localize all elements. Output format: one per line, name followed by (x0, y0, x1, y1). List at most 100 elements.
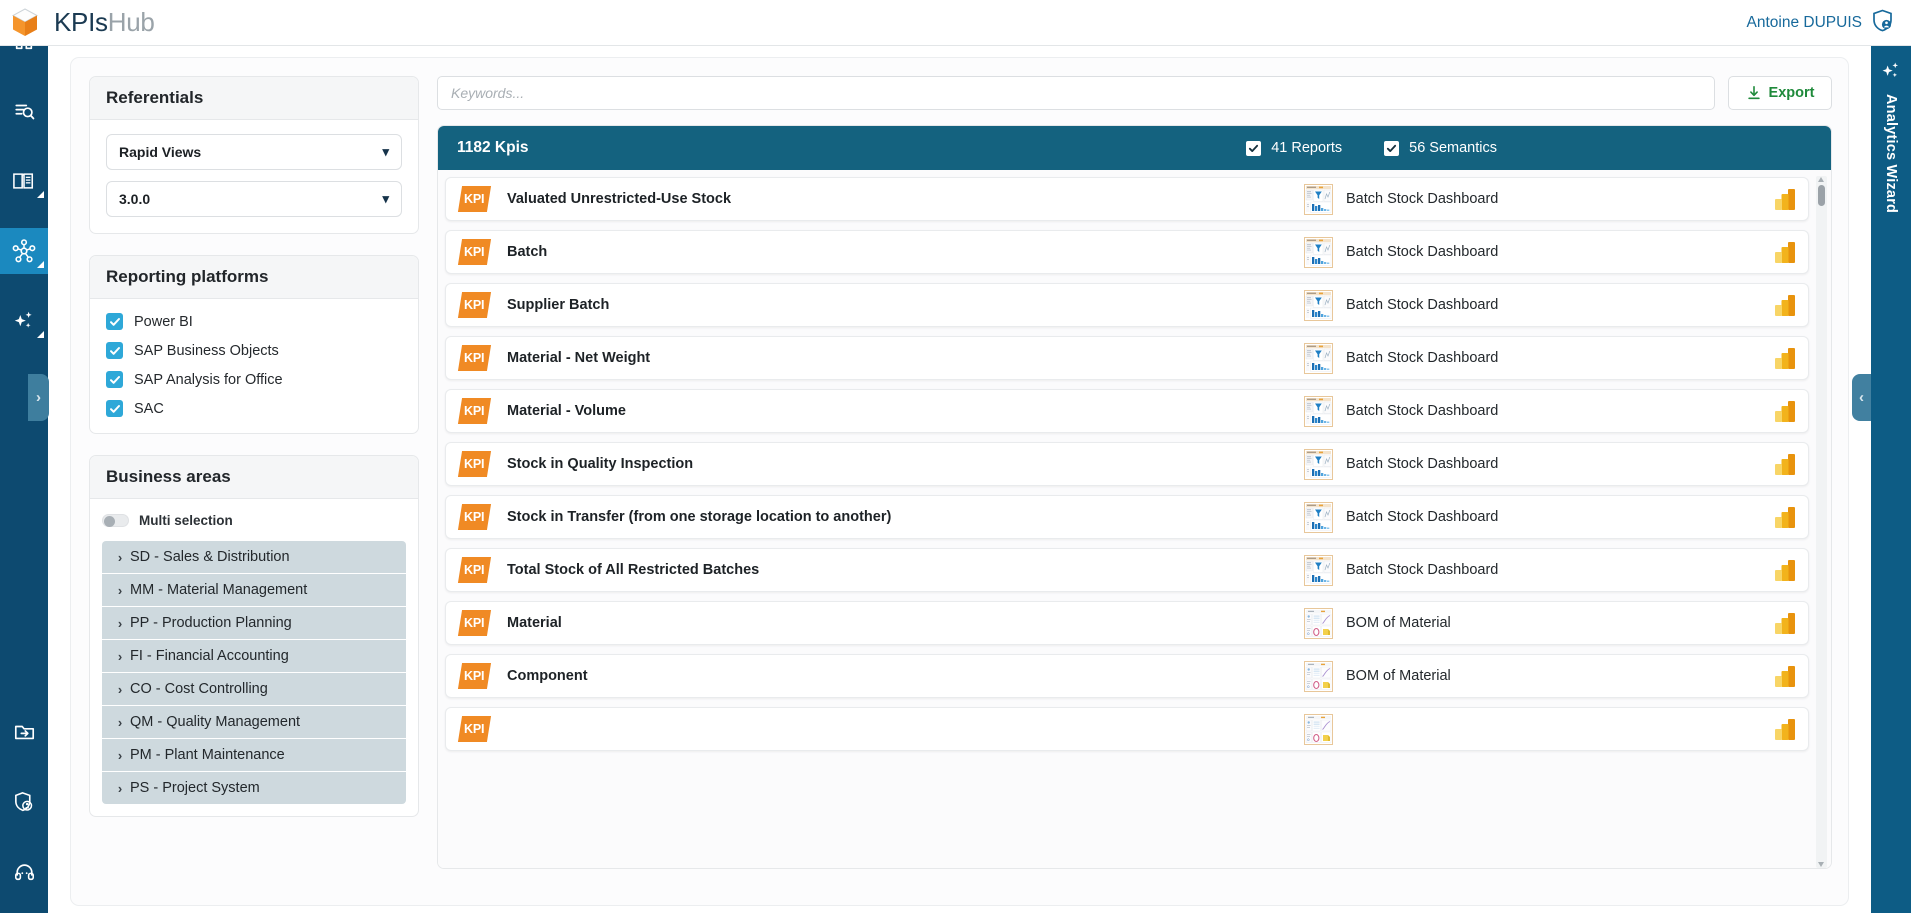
kpi-row[interactable]: KPI Material 0 BOM of Material (445, 601, 1809, 645)
business-area-item[interactable]: › MM - Material Management (102, 574, 406, 607)
sidebar-item-analytics-wizard[interactable] (0, 298, 48, 344)
kpi-report-block: Batch Stock Dashboard (1304, 554, 1796, 586)
report-name: Batch Stock Dashboard (1346, 191, 1499, 207)
kpi-name: Stock in Quality Inspection (507, 456, 694, 472)
kpi-name: Total Stock of All Restricted Batches (507, 562, 760, 578)
kpi-name: Valuated Unrestricted-Use Stock (507, 191, 732, 207)
business-area-item[interactable]: › SD - Sales & Distribution (102, 541, 406, 574)
kpi-report-block: Batch Stock Dashboard (1304, 236, 1796, 268)
kpi-row[interactable]: KPI Component 0 BOM of Material (445, 654, 1809, 698)
referential-select[interactable]: Rapid Views ▾ (106, 134, 402, 170)
export-button[interactable]: Export (1728, 76, 1832, 110)
sidebar-item-search[interactable] (0, 88, 48, 134)
kpi-badge-icon: KPI (457, 610, 492, 636)
submenu-corner-indicator (37, 331, 44, 338)
kpi-list: 1182 Kpis 41 Reports 56 Semantics KPI Va… (437, 125, 1832, 869)
report-name: Batch Stock Dashboard (1346, 403, 1499, 419)
kpi-row[interactable]: KPI Stock in Quality Inspection Batch Stoc… (445, 442, 1809, 486)
kpi-report-block: Batch Stock Dashboard (1304, 448, 1796, 480)
kpi-badge-icon: KPI (457, 398, 492, 424)
platform-checkbox-row[interactable]: SAC (106, 400, 402, 417)
kpi-badge-icon: KPI (457, 557, 492, 583)
search-input[interactable] (437, 76, 1715, 110)
powerbi-icon (1774, 294, 1796, 317)
powerbi-icon (1774, 559, 1796, 582)
sidebar-item-catalog[interactable] (0, 158, 48, 204)
reports-filter-checkbox[interactable]: 41 Reports (1246, 140, 1342, 156)
version-select-value: 3.0.0 (119, 191, 151, 207)
kpi-report-block: 0 BOM of Material (1304, 607, 1796, 639)
checkbox-box (106, 400, 123, 417)
business-area-label: CO - Cost Controlling (130, 681, 268, 697)
platform-checkbox-row[interactable]: SAP Business Objects (106, 342, 402, 359)
version-select[interactable]: 3.0.0 ▾ (106, 181, 402, 217)
chevron-down-icon: ▾ (382, 144, 389, 159)
kpi-report-block: Batch Stock Dashboard (1304, 395, 1796, 427)
kpi-row[interactable]: KPI Supplier Batch Batch Stock Dashboard (445, 283, 1809, 327)
multi-selection-toggle[interactable] (102, 514, 129, 527)
collapse-right-panel-handle[interactable]: ‹ (1852, 374, 1871, 421)
platform-label: SAP Analysis for Office (134, 371, 283, 388)
export-button-label: Export (1768, 85, 1815, 101)
scroll-down-arrow-icon[interactable] (1818, 862, 1824, 867)
powerbi-icon (1775, 559, 1795, 581)
chevron-right-icon: › (117, 648, 123, 664)
content-card: Referentials Rapid Views ▾ 3.0.0 ▾ Repor… (70, 57, 1849, 906)
headset-support-icon (14, 864, 34, 881)
semantics-filter-checkbox[interactable]: 56 Semantics (1384, 140, 1497, 156)
scrollbar-thumb[interactable] (1818, 185, 1825, 206)
kpi-row[interactable]: KPI Material - Net Weight Batch Stock Dash… (445, 336, 1809, 380)
sidebar-item-kpis-hub[interactable] (0, 228, 48, 274)
kpi-rows-container: KPI Valuated Unrestricted-Use Stock Batch … (438, 170, 1831, 868)
analytics-wizard-label: Analytics Wizard (1883, 94, 1899, 214)
kpi-row[interactable]: KPI Total Stock of All Restricted Batches… (445, 548, 1809, 592)
app-title-primary: KPIs (54, 7, 108, 37)
kpi-row[interactable]: KPI Batch Batch Stock Dashboard (445, 230, 1809, 274)
sidebar-item-export-folder[interactable] (0, 709, 48, 755)
analytics-wizard-rail[interactable]: Analytics Wizard (1871, 46, 1911, 913)
kpi-row[interactable]: KPI Valuated Unrestricted-Use Stock Batch … (445, 177, 1809, 221)
sidebar-item-support[interactable] (0, 849, 48, 895)
kpi-row[interactable]: KPI Stock in Transfer (from one storage l… (445, 495, 1809, 539)
business-area-item[interactable]: › QM - Quality Management (102, 706, 406, 739)
referential-select-value: Rapid Views (119, 144, 202, 160)
chevron-right-icon: › (117, 582, 123, 598)
scroll-up-arrow-icon[interactable] (1818, 177, 1824, 182)
chevron-right-icon: › (117, 681, 123, 697)
platform-label: Power BI (134, 313, 193, 330)
kpi-row[interactable]: KPI Material - Volume Batch Stock Dashboar… (445, 389, 1809, 433)
user-menu[interactable]: Antoine DUPUIS (1747, 9, 1893, 37)
sidebar-item-account[interactable] (0, 779, 48, 825)
business-area-item[interactable]: › CO - Cost Controlling (102, 673, 406, 706)
chevron-right-icon: › (117, 714, 123, 730)
reporting-platforms-panel: Reporting platforms Power BI SAP Business… (89, 255, 419, 434)
kpi-report-block: 0 (1304, 713, 1796, 745)
main-column: Export 1182 Kpis 41 Reports (437, 76, 1832, 886)
powerbi-icon (1775, 612, 1795, 634)
platform-checkbox-row[interactable]: Power BI (106, 313, 402, 330)
app-header: KPIsHub Antoine DUPUIS (0, 0, 1911, 46)
expand-left-panel-handle[interactable]: › (28, 374, 49, 421)
kpi-list-scrollbar[interactable] (1816, 176, 1827, 868)
platform-checkbox-row[interactable]: SAP Analysis for Office (106, 371, 402, 388)
referentials-panel: Referentials Rapid Views ▾ 3.0.0 ▾ (89, 76, 419, 234)
kpi-report-block: Batch Stock Dashboard (1304, 289, 1796, 321)
business-areas-list: › SD - Sales & Distribution › MM - Material… (102, 541, 406, 804)
powerbi-icon (1774, 188, 1796, 211)
kpi-badge-icon: KPI (457, 663, 492, 689)
kpi-count-label: 1182 Kpis (457, 139, 529, 156)
checkbox-box (106, 342, 123, 359)
business-area-item[interactable]: › FI - Financial Accounting (102, 640, 406, 673)
kpi-name: Material (507, 615, 562, 631)
business-area-label: MM - Material Management (130, 582, 308, 598)
business-area-item[interactable]: › PS - Project System (102, 772, 406, 804)
kpi-name: Batch (507, 244, 548, 260)
report-name: Batch Stock Dashboard (1346, 350, 1499, 366)
business-area-item[interactable]: › PP - Production Planning (102, 607, 406, 640)
kpi-name: Supplier Batch (507, 297, 610, 313)
multi-selection-toggle-row[interactable]: Multi selection (102, 511, 406, 541)
business-area-item[interactable]: › PM - Plant Maintenance (102, 739, 406, 772)
logo-block[interactable]: KPIsHub (10, 7, 155, 39)
kpi-row[interactable]: KPI 0 (445, 707, 1809, 751)
report-name: Batch Stock Dashboard (1346, 562, 1499, 578)
